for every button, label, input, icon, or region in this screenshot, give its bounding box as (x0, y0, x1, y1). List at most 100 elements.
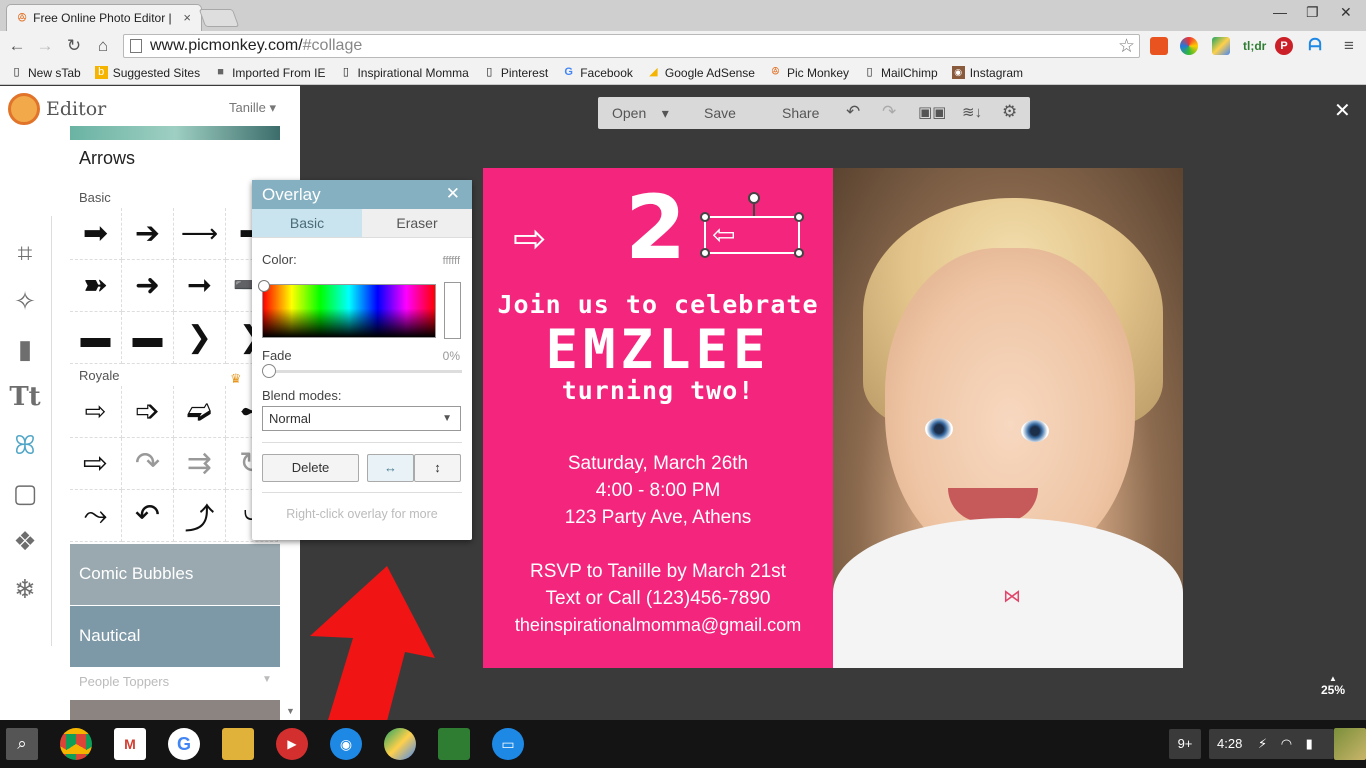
resize-handle[interactable] (700, 248, 710, 258)
gmail-icon[interactable]: M (114, 728, 146, 760)
arrow-thumb[interactable]: ➫ (174, 386, 226, 438)
status-tray[interactable]: 4:28 ⚡ ◠ ▮ (1209, 729, 1334, 759)
flip-horizontal-button[interactable]: ↔ (367, 454, 414, 482)
magic-wand-icon[interactable]: ✧ (8, 284, 42, 318)
classroom-icon[interactable] (438, 728, 470, 760)
arrow-thumb[interactable]: ➔ (122, 208, 174, 260)
crop-icon[interactable]: ⌗ (8, 236, 42, 270)
open-button[interactable]: Open ▾ (612, 105, 669, 122)
arrow-thumb[interactable]: ↷ (122, 438, 174, 490)
arrow-thumb[interactable]: ➡ (70, 208, 122, 260)
close-icon[interactable]: ✕ (446, 184, 460, 204)
flip-vertical-button[interactable]: ↕ (414, 454, 461, 482)
bookmark-item[interactable]: ▯ MailChimp (863, 66, 937, 80)
restore-icon[interactable]: ❐ (1306, 4, 1319, 21)
bookmark-item[interactable]: ▯ New sTab (10, 66, 80, 80)
bookmark-folder[interactable]: ■ Imported From IE (214, 66, 325, 80)
extension-wing-icon[interactable]: ᗩ (1306, 37, 1324, 55)
save-button[interactable]: Save (704, 105, 736, 121)
arrow-thumb[interactable]: ➩ (122, 386, 174, 438)
arrow-thumb[interactable]: ➽ (70, 260, 122, 312)
arrow-thumb[interactable]: ➜ (122, 260, 174, 312)
google-search-icon[interactable]: G (168, 728, 200, 760)
text-icon[interactable]: Tt (8, 380, 42, 414)
bookmark-item[interactable]: ◢ Google AdSense (647, 66, 755, 80)
frame-icon[interactable]: ▢ (8, 476, 42, 510)
close-window-icon[interactable]: ✕ (1340, 4, 1352, 21)
home-icon[interactable]: ⌂ (92, 35, 114, 57)
arrow-thumb[interactable]: ⇉ (174, 438, 226, 490)
extension-pinterest-icon[interactable]: P (1275, 37, 1293, 55)
color-spectrum[interactable] (262, 284, 436, 338)
butterfly-overlay-icon[interactable]: ꕤ (8, 428, 42, 462)
address-bar[interactable]: www.picmonkey.com/#collage ☆ (123, 34, 1140, 58)
gear-icon[interactable]: ⚙ (1002, 102, 1017, 122)
delete-button[interactable]: Delete (262, 454, 359, 482)
chrome-icon[interactable] (60, 728, 92, 760)
fade-slider-knob[interactable] (262, 364, 276, 378)
collage-canvas[interactable]: ⇨ 2 ⇦ Join us to celebrate EMZLEE turnin… (483, 168, 1183, 668)
bookmark-item[interactable]: G Facebook (562, 66, 632, 80)
fade-slider[interactable] (264, 370, 462, 373)
undo-icon[interactable]: ↶ (846, 102, 860, 122)
bookmark-item[interactable]: ꔮ Pic Monkey (769, 66, 849, 80)
close-tab-icon[interactable]: × (183, 11, 191, 24)
invitation-panel[interactable]: ⇨ 2 ⇦ Join us to celebrate EMZLEE turnin… (483, 168, 833, 668)
color-hex-value[interactable]: ffffff (443, 255, 460, 267)
browser-tab[interactable]: ꔮ Free Online Photo Editor | × (6, 4, 202, 31)
layers-icon[interactable]: ≋↓ (962, 103, 982, 121)
arrow-thumb[interactable]: ▬ (70, 312, 122, 364)
bookmark-star-icon[interactable]: ☆ (1118, 35, 1135, 58)
arrow-thumb[interactable]: ⇨ (70, 386, 122, 438)
extension-tldr-icon[interactable]: tl;dr (1243, 37, 1266, 55)
reload-icon[interactable]: ↻ (63, 35, 85, 57)
color-picker-handle[interactable] (258, 280, 270, 292)
notification-count[interactable]: 9+ (1169, 729, 1201, 759)
color-swatch[interactable] (444, 282, 461, 339)
zoom-indicator[interactable]: ▲ 25% (1318, 674, 1348, 697)
files-icon[interactable]: ▭ (492, 728, 524, 760)
arrow-thumb[interactable]: ❯ (174, 312, 226, 364)
search-icon[interactable]: ⌕ (6, 728, 38, 760)
redo-icon[interactable]: ↷ (882, 102, 896, 122)
child-photo[interactable]: ⋈ (833, 168, 1183, 668)
zoom-up-icon[interactable]: ▲ (1318, 674, 1348, 683)
texture-icon[interactable]: ❖ (8, 524, 42, 558)
camera-icon[interactable]: ◉ (330, 728, 362, 760)
tab-basic[interactable]: Basic (252, 209, 362, 238)
user-menu[interactable]: Tanille ▾ (229, 100, 276, 116)
nautical-category[interactable]: Nautical (70, 606, 280, 667)
arrow-thumb[interactable]: ⟶ (174, 208, 226, 260)
arrow-thumb[interactable]: ↶ (122, 490, 174, 542)
arrow-thumb[interactable]: ▬ (122, 312, 174, 364)
extension-bookmark-icon[interactable] (1150, 37, 1168, 55)
back-icon[interactable]: ← (6, 35, 28, 57)
extension-chrome-icon[interactable] (1180, 37, 1198, 55)
youtube-icon[interactable]: ▶ (276, 728, 308, 760)
lipstick-icon[interactable]: ▮ (8, 332, 42, 366)
bookmark-item[interactable]: ◉ Instagram (951, 66, 1023, 80)
comic-bubbles-category[interactable]: Comic Bubbles (70, 544, 280, 605)
snowflake-themes-icon[interactable]: ❄ (8, 572, 42, 606)
right-arrow-overlay[interactable]: ⇨ (513, 216, 547, 262)
bookmark-item[interactable]: ▯ Inspirational Momma (339, 66, 469, 80)
bookmark-item[interactable]: ▯ Pinterest (483, 66, 548, 80)
arrow-thumb[interactable]: ⤴ (174, 490, 226, 542)
drive-icon[interactable] (384, 728, 416, 760)
resize-handle[interactable] (794, 248, 804, 258)
resize-handle[interactable] (700, 212, 710, 222)
people-toppers-category[interactable]: People Toppers (79, 674, 169, 689)
forward-icon[interactable]: → (34, 35, 56, 57)
selected-arrow-overlay[interactable]: ⇦ (700, 212, 804, 258)
arrow-thumb[interactable]: ⤳ (70, 490, 122, 542)
tab-eraser[interactable]: Eraser (362, 209, 472, 238)
close-icon[interactable]: ✕ (1334, 98, 1351, 123)
blend-mode-select[interactable]: Normal ▼ (262, 406, 461, 431)
resize-handle[interactable] (794, 212, 804, 222)
arrow-thumb[interactable]: ➞ (174, 260, 226, 312)
minimize-icon[interactable]: — (1273, 4, 1287, 20)
number-two-overlay[interactable]: 2 (625, 178, 686, 278)
bookmark-item[interactable]: b Suggested Sites (94, 66, 200, 80)
new-tab-button[interactable] (198, 9, 240, 27)
share-button[interactable]: Share (782, 105, 819, 121)
